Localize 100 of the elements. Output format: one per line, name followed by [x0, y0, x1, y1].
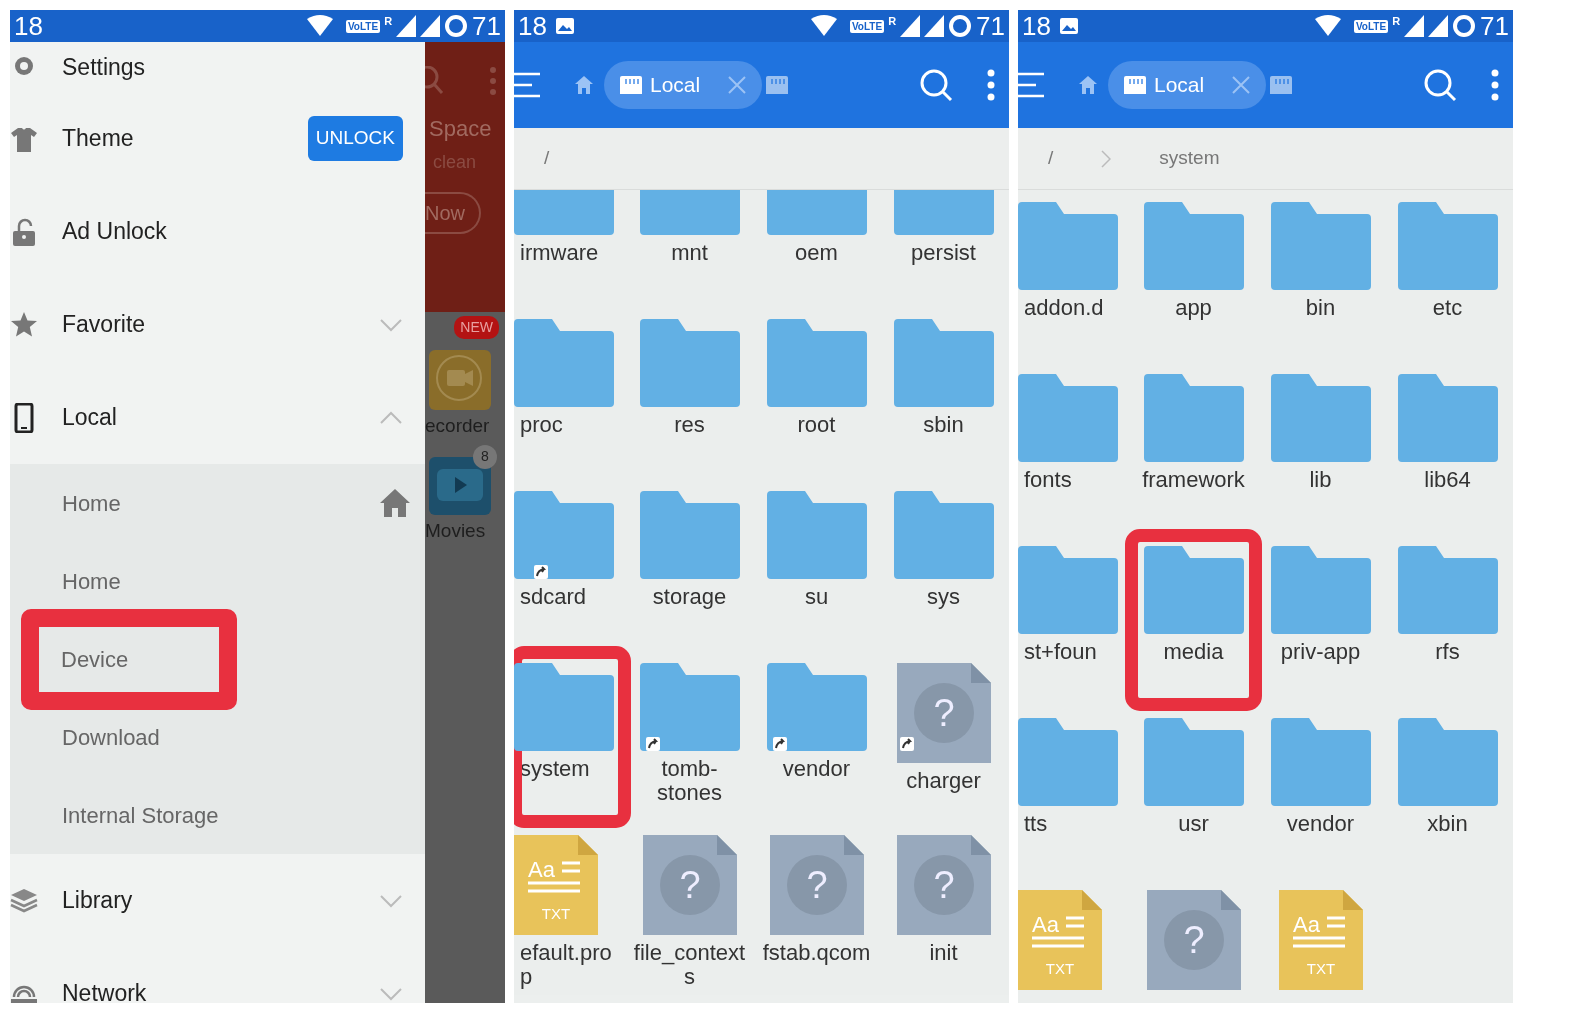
unlock-button[interactable]: UNLOCK: [307, 116, 403, 161]
submenu-item[interactable]: Home: [62, 476, 121, 530]
chevron-down-icon[interactable]: [379, 986, 403, 1001]
folder-icon[interactable]: [1270, 718, 1371, 806]
chevron-down-icon[interactable]: [379, 893, 403, 908]
folder-icon[interactable]: [1018, 546, 1118, 634]
folder-icon[interactable]: [1143, 546, 1244, 634]
folder-icon[interactable]: [639, 663, 740, 751]
file-name[interactable]: media: [1130, 640, 1257, 665]
menu-item[interactable]: Settings: [62, 49, 403, 85]
file-name[interactable]: sbin: [880, 413, 1007, 438]
storage-icon: [1124, 76, 1146, 94]
search-icon[interactable]: [1423, 68, 1457, 102]
file-name[interactable]: sdcard: [514, 585, 626, 610]
file-name[interactable]: rfs: [1384, 640, 1511, 665]
breadcrumb[interactable]: system: [1159, 144, 1220, 173]
file-name[interactable]: usr: [1130, 812, 1257, 837]
submenu-item[interactable]: Device: [61, 632, 129, 686]
search-icon: [425, 66, 445, 96]
file-name[interactable]: framework: [1130, 468, 1257, 493]
file-name[interactable]: storage: [626, 585, 753, 610]
home-icon[interactable]: [379, 488, 411, 518]
shortcut-icon: [646, 737, 660, 751]
file-name[interactable]: fonts: [1018, 468, 1130, 493]
file-name[interactable]: res: [626, 413, 753, 438]
file-name[interactable]: priv-app: [1257, 640, 1384, 665]
file-name[interactable]: oem: [753, 241, 880, 266]
breadcrumb[interactable]: /: [1048, 144, 1054, 173]
close-icon[interactable]: [728, 76, 747, 94]
menu-item[interactable]: Library: [62, 883, 379, 918]
search-icon[interactable]: [919, 68, 953, 102]
folder-icon[interactable]: [1018, 202, 1118, 290]
shortcut-icon: [534, 565, 548, 579]
folder-icon[interactable]: [1397, 718, 1498, 806]
folder-icon[interactable]: [893, 319, 994, 407]
folder-icon[interactable]: [514, 491, 614, 579]
signal-icon: [924, 15, 945, 37]
folder-icon[interactable]: [893, 491, 994, 579]
menu-item[interactable]: Network: [62, 976, 379, 1003]
file-name[interactable]: sys: [880, 585, 1007, 610]
menu-item[interactable]: Ad Unlock: [62, 214, 403, 249]
folder-icon[interactable]: [1397, 202, 1498, 290]
file-name[interactable]: system: [514, 757, 626, 782]
file-name[interactable]: addon.d: [1018, 296, 1130, 321]
file-name[interactable]: app: [1130, 296, 1257, 321]
file-name[interactable]: init: [880, 941, 1007, 966]
folder-icon[interactable]: [766, 319, 867, 407]
folder-icon[interactable]: [1397, 546, 1498, 634]
file-name[interactable]: st+foun: [1018, 640, 1130, 665]
file-name[interactable]: file_context s: [626, 941, 753, 990]
folder-icon[interactable]: [766, 663, 867, 751]
signal-icon: [1428, 15, 1449, 37]
folder-icon[interactable]: [1270, 374, 1371, 462]
file-name[interactable]: lib64: [1384, 468, 1511, 493]
file-name[interactable]: etc: [1384, 296, 1511, 321]
file-name[interactable]: su: [753, 585, 880, 610]
submenu-item[interactable]: Home: [62, 554, 121, 608]
close-icon[interactable]: [1232, 76, 1251, 94]
folder-icon[interactable]: [1143, 202, 1244, 290]
menu-item[interactable]: Favorite: [62, 307, 379, 342]
folder-icon[interactable]: [639, 491, 740, 579]
home-icon[interactable]: [1078, 75, 1098, 95]
file-name[interactable]: irmware: [514, 241, 626, 266]
file-name[interactable]: efault.pro p: [514, 941, 626, 990]
menu-item[interactable]: Theme: [62, 121, 308, 156]
file-name[interactable]: root: [753, 413, 880, 438]
submenu-item[interactable]: Internal Storage: [62, 788, 219, 842]
roaming-indicator: R: [1392, 14, 1401, 29]
submenu-item[interactable]: Download: [62, 710, 160, 764]
chevron-down-icon[interactable]: [379, 317, 403, 332]
more-icon[interactable]: [1491, 69, 1499, 101]
file-name[interactable]: charger: [880, 769, 1007, 794]
folder-icon[interactable]: [639, 319, 740, 407]
folder-icon[interactable]: [1270, 202, 1371, 290]
file-name[interactable]: bin: [1257, 296, 1384, 321]
folder-icon[interactable]: [1397, 374, 1498, 462]
file-name[interactable]: proc: [514, 413, 626, 438]
file-name[interactable]: vendor: [753, 757, 880, 782]
menu-item[interactable]: Local: [62, 400, 379, 435]
breadcrumb[interactable]: /: [544, 144, 550, 173]
file-name[interactable]: tts: [1018, 812, 1130, 837]
file-name[interactable]: vendor: [1257, 812, 1384, 837]
folder-icon[interactable]: [1018, 718, 1118, 806]
folder-icon[interactable]: [514, 319, 614, 407]
file-name[interactable]: persist: [880, 241, 1007, 266]
file-name[interactable]: fstab.qcom: [753, 941, 880, 966]
folder-icon[interactable]: [766, 491, 867, 579]
folder-icon[interactable]: [1018, 374, 1118, 462]
file-name[interactable]: mnt: [626, 241, 753, 266]
file-name[interactable]: xbin: [1384, 812, 1511, 837]
wifi-icon: [305, 15, 334, 37]
file-name[interactable]: tomb- stones: [626, 757, 753, 806]
file-name[interactable]: lib: [1257, 468, 1384, 493]
folder-icon[interactable]: [1270, 546, 1371, 634]
folder-icon[interactable]: [1143, 374, 1244, 462]
more-icon[interactable]: [987, 69, 995, 101]
home-icon[interactable]: [574, 75, 594, 95]
folder-icon[interactable]: [514, 663, 614, 751]
chevron-up-icon[interactable]: [379, 410, 403, 425]
folder-icon[interactable]: [1143, 718, 1244, 806]
